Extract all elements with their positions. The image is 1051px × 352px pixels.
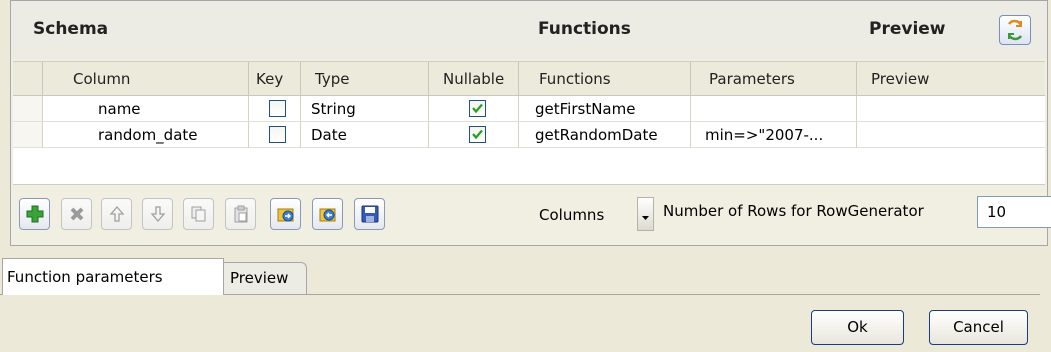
cell-key[interactable] — [249, 122, 301, 148]
schema-section-header: Schema — [11, 1, 520, 59]
rows-label: Number of Rows for RowGenerator — [663, 202, 924, 220]
save-schema-button[interactable] — [354, 198, 385, 230]
add-row-button[interactable] — [19, 198, 50, 230]
export-icon — [319, 208, 336, 222]
cell-column-name[interactable]: random_date — [43, 122, 249, 148]
column-header-functions[interactable]: Functions — [519, 62, 691, 96]
column-header-parameters[interactable]: Parameters — [691, 62, 857, 96]
tab-preview[interactable]: Preview — [214, 262, 307, 294]
column-header-column[interactable]: Column — [43, 62, 249, 96]
cell-parameters[interactable] — [691, 96, 857, 122]
row-header-corner — [13, 62, 43, 96]
column-header-nullable[interactable]: Nullable — [429, 62, 519, 96]
column-header-preview[interactable]: Preview — [857, 62, 1045, 96]
remove-row-button[interactable] — [61, 198, 92, 230]
refresh-preview-button[interactable] — [999, 15, 1031, 45]
cell-type[interactable]: String — [301, 96, 429, 122]
schema-title: Schema — [33, 19, 109, 39]
move-down-icon — [150, 206, 166, 222]
preview-title: Preview — [869, 19, 946, 39]
key-checkbox[interactable] — [269, 126, 286, 143]
move-up-icon — [109, 206, 125, 222]
cell-column-name[interactable]: name — [43, 96, 249, 122]
add-icon — [26, 205, 44, 223]
export-schema-button[interactable] — [312, 198, 343, 230]
paste-icon — [234, 205, 248, 223]
column-header-key[interactable]: Key — [249, 62, 301, 96]
cell-function[interactable]: getRandomDate — [519, 122, 691, 148]
cell-key[interactable] — [249, 96, 301, 122]
refresh-icon — [1007, 19, 1023, 41]
rows-count-input[interactable]: 10 — [977, 196, 1051, 228]
functions-title: Functions — [538, 19, 631, 39]
cell-nullable[interactable] — [429, 122, 519, 148]
cell-nullable[interactable] — [429, 96, 519, 122]
columns-dropdown[interactable] — [637, 197, 654, 231]
check-icon — [472, 129, 483, 140]
remove-icon — [70, 207, 84, 221]
tab-function-parameters[interactable]: Function parameters — [2, 258, 224, 295]
import-schema-button[interactable] — [270, 198, 301, 230]
cell-type[interactable]: Date — [301, 122, 429, 148]
cancel-button[interactable]: Cancel — [929, 310, 1028, 345]
move-down-button[interactable] — [142, 198, 173, 230]
preview-section-header: Preview — [849, 1, 1047, 59]
cell-parameters[interactable]: min=>"2007-... — [691, 122, 857, 148]
nullable-checkbox[interactable] — [469, 100, 486, 117]
cell-preview[interactable] — [857, 96, 1045, 122]
key-checkbox[interactable] — [269, 100, 286, 117]
copy-button[interactable] — [183, 198, 214, 230]
paste-button[interactable] — [225, 198, 256, 230]
save-icon — [361, 205, 379, 223]
cell-preview[interactable] — [857, 122, 1045, 148]
import-icon — [277, 208, 294, 222]
nullable-checkbox[interactable] — [469, 126, 486, 143]
ok-button[interactable]: Ok — [811, 310, 904, 345]
move-up-button[interactable] — [101, 198, 132, 230]
copy-icon — [191, 206, 206, 222]
row-header[interactable] — [13, 96, 43, 122]
check-icon — [472, 103, 483, 114]
column-header-type[interactable]: Type — [301, 62, 429, 96]
schema-table: Column Key Type Nullable Functions Param… — [13, 61, 1045, 185]
row-header[interactable] — [13, 122, 43, 148]
cell-function[interactable]: getFirstName — [519, 96, 691, 122]
columns-label: Columns — [539, 206, 605, 224]
functions-section-header: Functions — [519, 1, 850, 59]
chevron-down-icon — [642, 216, 649, 220]
schema-editor-panel: Schema Functions Preview Column Key Type… — [10, 0, 1051, 246]
